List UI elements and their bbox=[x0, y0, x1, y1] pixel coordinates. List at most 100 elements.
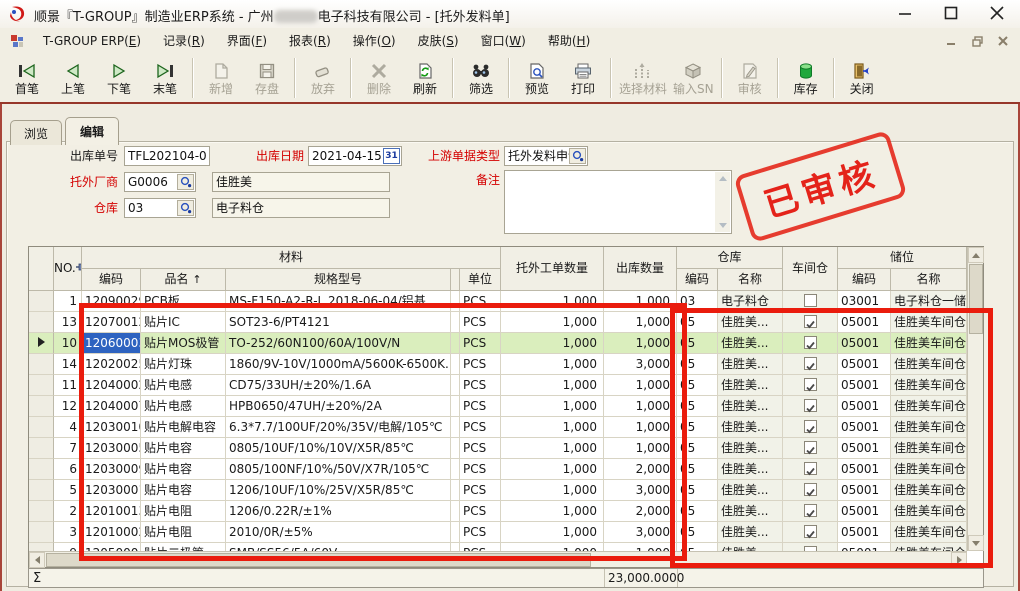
workshop-checkbox[interactable] bbox=[804, 294, 817, 307]
workshop-checkbox[interactable] bbox=[804, 399, 817, 412]
cell-order_qty[interactable]: 1,000 bbox=[501, 354, 604, 375]
cell-bin_code[interactable]: 05001 bbox=[838, 333, 891, 354]
header-out-qty[interactable]: 出库数量 bbox=[604, 247, 677, 291]
cell-unit[interactable]: PCS bbox=[460, 522, 501, 543]
cell-bin_name[interactable]: 佳胜美车间仓 bbox=[891, 333, 967, 354]
header-order-qty[interactable]: 托外工单数量 bbox=[501, 247, 604, 291]
cell-code[interactable]: 12020025 bbox=[82, 354, 141, 375]
cell-bin_name[interactable]: 佳胜美车间仓 bbox=[891, 459, 967, 480]
cell-out_qty[interactable]: 1,000 bbox=[604, 291, 677, 312]
cell-wh_code[interactable]: 05 bbox=[677, 333, 718, 354]
workshop-checkbox[interactable] bbox=[804, 378, 817, 391]
workshop-checkbox[interactable] bbox=[804, 357, 817, 370]
workshop-checkbox[interactable] bbox=[804, 525, 817, 538]
mdi-minimize-button[interactable] bbox=[944, 34, 958, 48]
tab-edit[interactable]: 编辑 bbox=[65, 117, 119, 145]
next-button[interactable]: 下笔 bbox=[96, 54, 142, 102]
cell-order_qty[interactable]: 1,000 bbox=[501, 438, 604, 459]
menu-item[interactable]: 界面(F) bbox=[216, 34, 278, 48]
menu-item[interactable]: 帮助(H) bbox=[537, 34, 601, 48]
scroll-down-button[interactable] bbox=[968, 535, 984, 551]
workshop-checkbox[interactable] bbox=[804, 420, 817, 433]
cell-out_qty[interactable]: 1,000 bbox=[604, 312, 677, 333]
cell-code[interactable]: 12010013 bbox=[82, 501, 141, 522]
cell-bin_name[interactable]: 佳胜美车间仓 bbox=[891, 522, 967, 543]
cell-wh_code[interactable]: 05 bbox=[677, 375, 718, 396]
cell-spec[interactable]: TO-252/60N100/60A/100V/N bbox=[226, 333, 451, 354]
table-row[interactable]: 1012060003贴片MOS极管TO-252/60N100/60A/100V/… bbox=[29, 333, 967, 354]
cell-name[interactable]: 贴片电容 bbox=[141, 459, 226, 480]
cell-wh_name[interactable]: 佳胜美... bbox=[718, 375, 783, 396]
cell-no[interactable]: 10 bbox=[54, 333, 82, 354]
menu-item[interactable]: 记录(R) bbox=[152, 34, 216, 48]
cell-spec[interactable]: 1860/9V-10V/1000mA/5600K-6500K... bbox=[226, 354, 451, 375]
cell-name[interactable]: 贴片电阻 bbox=[141, 522, 226, 543]
remark-textarea[interactable] bbox=[504, 170, 732, 234]
cell-bin_code[interactable]: 05001 bbox=[838, 480, 891, 501]
cell-order_qty[interactable]: 1,000 bbox=[501, 480, 604, 501]
cell-unit[interactable]: PCS bbox=[460, 480, 501, 501]
cell-order_qty[interactable]: 1,000 bbox=[501, 396, 604, 417]
cell-no[interactable]: 7 bbox=[54, 438, 82, 459]
cell-order_qty[interactable]: 1,000 bbox=[501, 522, 604, 543]
cell-spec[interactable]: SOT23-6/PT4121 bbox=[226, 312, 451, 333]
calendar-icon[interactable]: 31 bbox=[383, 148, 400, 164]
menu-item[interactable]: 报表(R) bbox=[278, 34, 342, 48]
cell-unit[interactable]: PCS bbox=[460, 333, 501, 354]
cell-code[interactable]: 12030005 bbox=[82, 438, 141, 459]
upstream-lookup-icon[interactable] bbox=[569, 148, 586, 164]
table-row[interactable]: 1212040007贴片电感HPB0650/47UH/±20%/2APCS1,0… bbox=[29, 396, 967, 417]
cell-wh_name[interactable]: 佳胜美... bbox=[718, 333, 783, 354]
table-row[interactable]: 512030001贴片电容1206/10UF/10%/25V/X5R/85℃PC… bbox=[29, 480, 967, 501]
cell-bin_name[interactable]: 佳胜美车间仓 bbox=[891, 543, 967, 551]
cell-workshop[interactable] bbox=[783, 375, 838, 396]
cell-wh_name[interactable]: 佳胜美... bbox=[718, 543, 783, 551]
cell-bin_name[interactable]: 佳胜美车间仓 bbox=[891, 396, 967, 417]
cell-no[interactable]: 11 bbox=[54, 375, 82, 396]
cell-code[interactable]: 12070012 bbox=[82, 312, 141, 333]
cell-wh_code[interactable]: 05 bbox=[677, 438, 718, 459]
workshop-checkbox[interactable] bbox=[804, 441, 817, 454]
cell-unit[interactable]: PCS bbox=[460, 354, 501, 375]
cell-out_qty[interactable]: 1,000 bbox=[604, 438, 677, 459]
cell-name[interactable]: 贴片电容 bbox=[141, 480, 226, 501]
table-row[interactable]: 112090029PCB板MS-F150-A2-R-L 2018-06-04/铝… bbox=[29, 291, 967, 312]
filter-button[interactable]: 筛选 bbox=[458, 54, 504, 102]
cell-unit[interactable]: PCS bbox=[460, 438, 501, 459]
cell-workshop[interactable] bbox=[783, 312, 838, 333]
cell-bin_name[interactable]: 佳胜美车间仓 bbox=[891, 417, 967, 438]
cell-workshop[interactable] bbox=[783, 438, 838, 459]
cell-wh_code[interactable]: 05 bbox=[677, 543, 718, 551]
cell-wh_code[interactable]: 05 bbox=[677, 312, 718, 333]
refresh-button[interactable]: 刷新 bbox=[402, 54, 448, 102]
cell-spec[interactable]: 2010/0R/±5% bbox=[226, 522, 451, 543]
menu-item[interactable]: T-GROUP ERP(E) bbox=[32, 34, 152, 48]
cell-code[interactable]: 12050004 bbox=[82, 543, 141, 551]
cell-spec[interactable]: SMB/SS56/5A/60V bbox=[226, 543, 451, 551]
cell-no[interactable]: 6 bbox=[54, 459, 82, 480]
header-wh-name[interactable]: 名称 bbox=[718, 269, 783, 291]
cell-out_qty[interactable]: 2,000 bbox=[604, 459, 677, 480]
maximize-button[interactable] bbox=[942, 4, 960, 22]
workshop-checkbox[interactable] bbox=[804, 462, 817, 475]
cell-order_qty[interactable]: 1,000 bbox=[501, 291, 604, 312]
cell-wh_name[interactable]: 佳胜美... bbox=[718, 522, 783, 543]
cell-name[interactable]: 贴片电解电容 bbox=[141, 417, 226, 438]
cell-workshop[interactable] bbox=[783, 480, 838, 501]
cell-unit[interactable]: PCS bbox=[460, 312, 501, 333]
cell-code[interactable]: 12030010 bbox=[82, 417, 141, 438]
menu-item[interactable]: 皮肤(S) bbox=[407, 34, 470, 48]
mdi-close-button[interactable] bbox=[996, 34, 1010, 48]
cell-bin_name[interactable]: 佳胜美车间仓 bbox=[891, 312, 967, 333]
cell-spec[interactable]: 0805/100NF/10%/50V/X7R/105℃ bbox=[226, 459, 451, 480]
cell-no[interactable]: 9 bbox=[54, 543, 82, 551]
horizontal-scrollbar[interactable] bbox=[29, 551, 967, 567]
cell-wh_code[interactable]: 05 bbox=[677, 501, 718, 522]
vertical-scroll-thumb[interactable] bbox=[969, 264, 983, 334]
scroll-up-icon[interactable] bbox=[719, 176, 727, 181]
cell-name[interactable]: 贴片电容 bbox=[141, 438, 226, 459]
minimize-button[interactable] bbox=[896, 4, 914, 22]
table-row[interactable]: 1112040002贴片电感CD75/33UH/±20%/1.6APCS1,00… bbox=[29, 375, 967, 396]
cell-bin_code[interactable]: 05001 bbox=[838, 396, 891, 417]
cell-name[interactable]: 贴片电感 bbox=[141, 375, 226, 396]
